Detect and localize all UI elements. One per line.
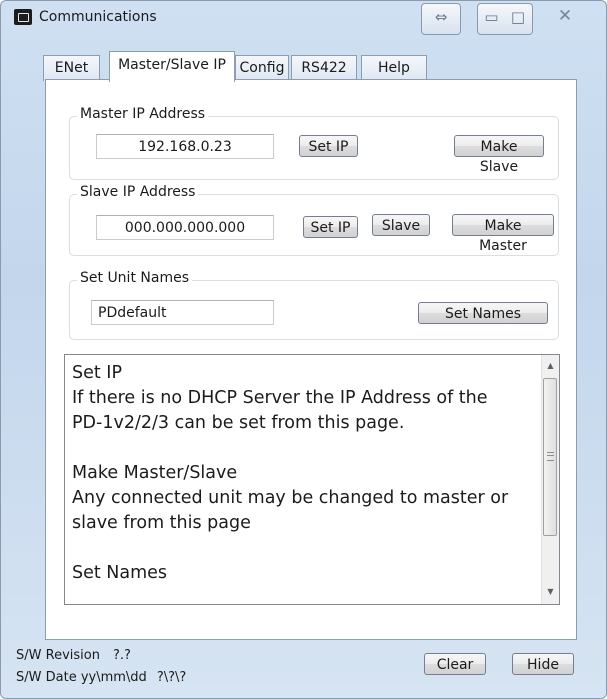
make-slave-button[interactable]: Make Slave — [454, 135, 544, 175]
sw-date-value: ?\?\? — [156, 670, 187, 685]
help-line: Set IP — [72, 363, 123, 383]
resize-arrows-icon[interactable]: ⇔ — [421, 3, 461, 35]
communications-window: Communications ⇔ ▭ □ ✕ ENet Master/Slave… — [0, 0, 607, 699]
title-bar[interactable]: Communications ⇔ ▭ □ ✕ — [1, 1, 606, 45]
sw-date-label: S/W Date yy\mm\dd — [16, 670, 147, 685]
help-line — [72, 436, 532, 461]
help-text-area[interactable]: Set IP If there is no DHCP Server the IP… — [64, 354, 560, 605]
sw-revision: S/W Revision?.? — [16, 648, 131, 663]
sw-revision-label: S/W Revision — [16, 648, 100, 663]
unit-name-field[interactable]: PDdefault — [91, 300, 274, 325]
master-ip-group-label: Master IP Address — [77, 106, 209, 122]
scroll-grip-icon — [547, 452, 554, 461]
help-scrollbar[interactable]: ▲ ▼ — [541, 355, 559, 604]
tab-enet[interactable]: ENet — [43, 55, 100, 81]
tab-rs422[interactable]: RS422 — [291, 55, 357, 81]
help-text: Set IP If there is no DHCP Server the IP… — [72, 361, 532, 586]
slave-ip-group: Slave IP Address 000.000.000.000 Set IP … — [69, 184, 559, 256]
tab-help[interactable]: Help — [361, 55, 427, 81]
scroll-down-arrow-icon[interactable]: ▼ — [542, 583, 559, 600]
master-ip-field[interactable]: 192.168.0.23 — [96, 134, 274, 159]
help-line: slave from this page — [72, 513, 251, 533]
help-line — [72, 536, 532, 561]
tab-config[interactable]: Config — [235, 55, 289, 81]
slave-button[interactable]: Slave — [372, 214, 430, 236]
help-line: Any connected unit may be changed to mas… — [72, 488, 509, 508]
unit-names-group: Set Unit Names PDdefault Set Names — [69, 270, 559, 340]
slave-ip-field[interactable]: 000.000.000.000 — [96, 215, 274, 240]
minimize-icon[interactable]: ▭ — [477, 3, 506, 35]
slave-set-ip-button[interactable]: Set IP — [303, 216, 358, 238]
make-master-button[interactable]: Make Master — [452, 214, 554, 254]
help-line: PD-1v2/2/3 can be set from this page. — [72, 413, 405, 433]
sw-date: S/W Date yy\mm\dd ?\?\? — [16, 670, 186, 685]
scroll-up-arrow-icon[interactable]: ▲ — [542, 357, 559, 374]
help-line: Make Master/Slave — [72, 463, 238, 483]
window-title: Communications — [39, 9, 157, 25]
master-ip-group: Master IP Address 192.168.0.23 Set IP Ma… — [69, 106, 559, 180]
sw-revision-value: ?.? — [112, 648, 131, 663]
slave-ip-group-label: Slave IP Address — [77, 184, 199, 200]
tab-master-slave-ip[interactable]: Master/Slave IP — [109, 51, 235, 82]
app-icon — [14, 9, 32, 25]
help-line: If there is no DHCP Server the IP Addres… — [72, 388, 488, 408]
clear-button[interactable]: Clear — [424, 653, 486, 675]
tab-panel-master-slave-ip: Master IP Address 192.168.0.23 Set IP Ma… — [45, 79, 577, 640]
hide-button[interactable]: Hide — [512, 653, 574, 675]
unit-names-group-label: Set Unit Names — [77, 270, 192, 286]
maximize-icon[interactable]: □ — [504, 3, 533, 35]
close-icon[interactable]: ✕ — [546, 3, 584, 33]
scroll-thumb[interactable] — [543, 378, 557, 536]
help-line: Set Names — [72, 563, 168, 583]
master-set-ip-button[interactable]: Set IP — [299, 135, 358, 157]
set-names-button[interactable]: Set Names — [418, 302, 548, 324]
